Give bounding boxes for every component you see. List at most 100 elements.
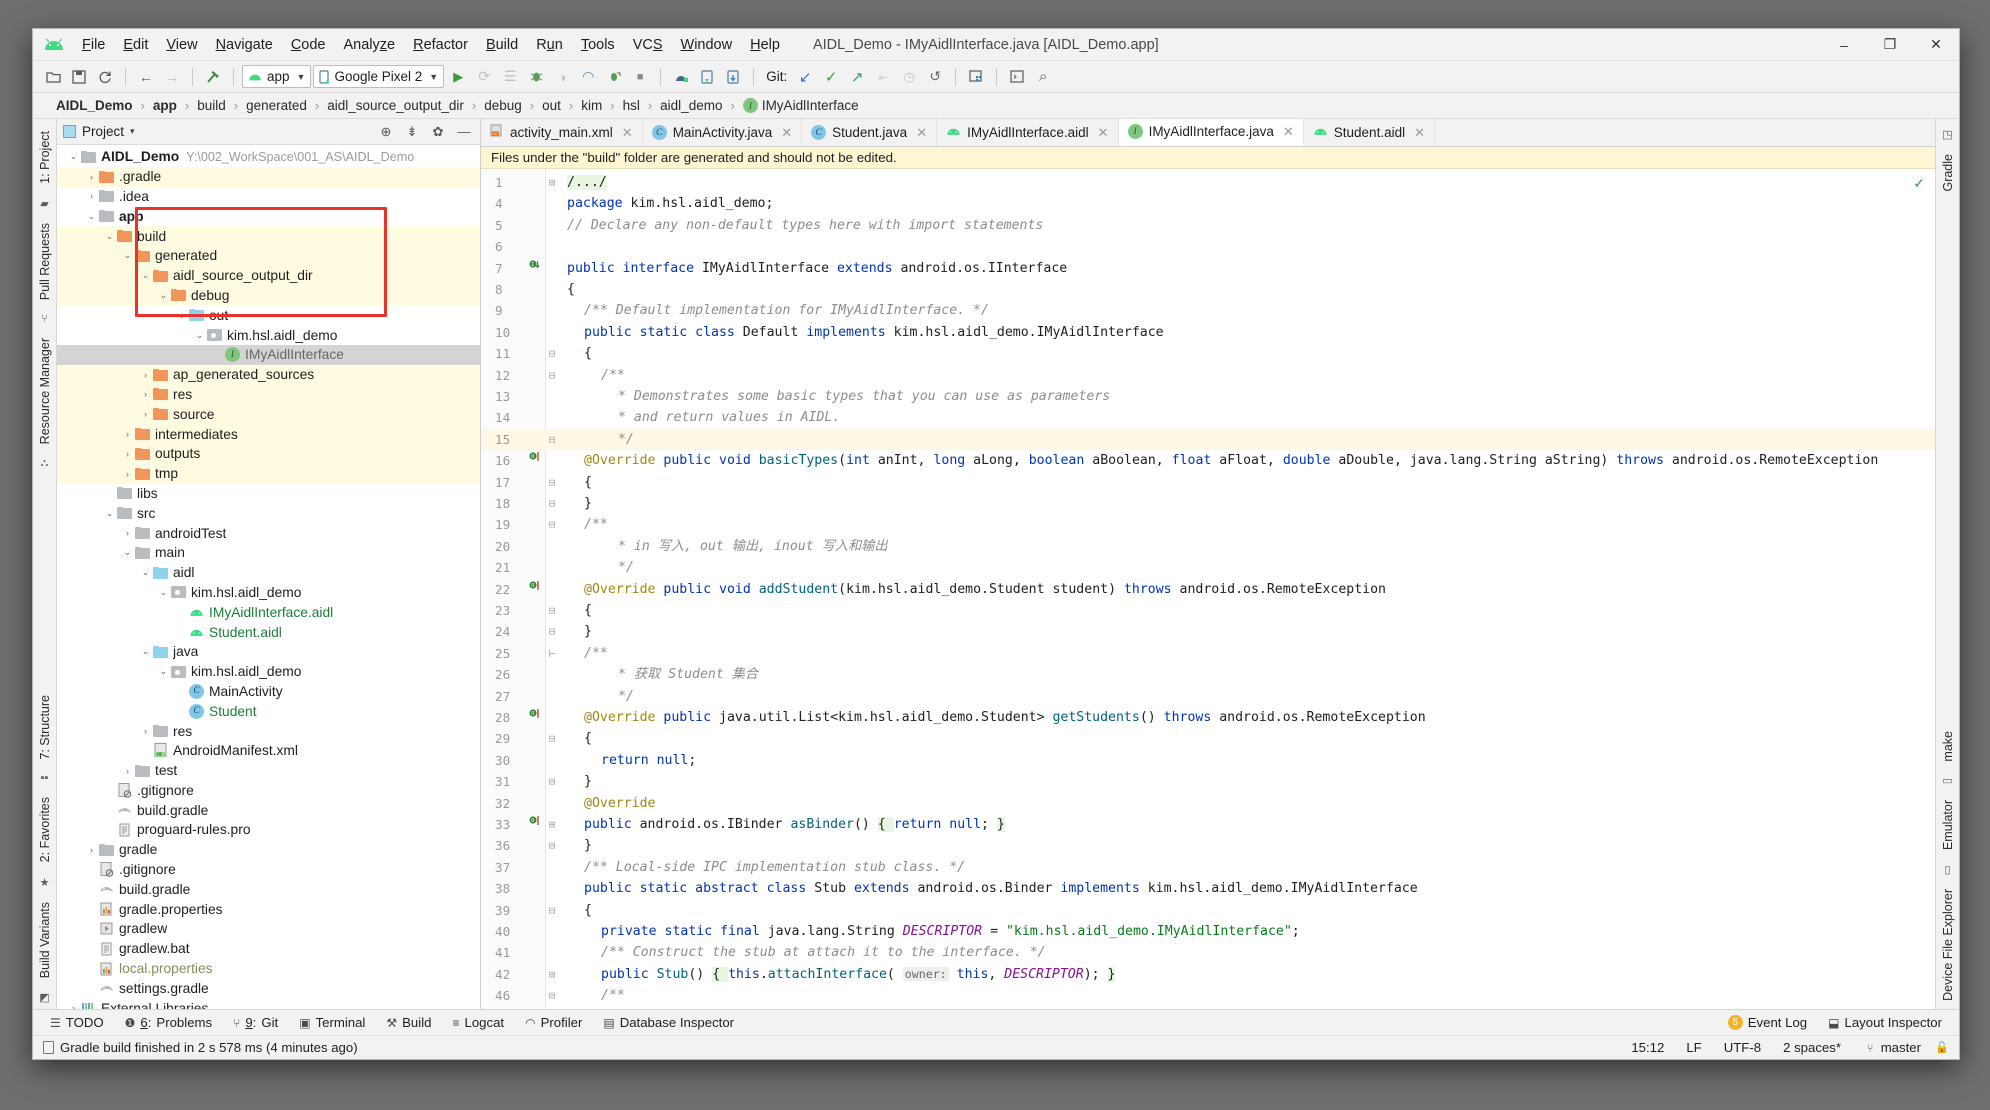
tree-node-gradlew-bat[interactable]: gradlew.bat (57, 939, 480, 959)
project-tree[interactable]: ⌄ AIDL_Demo Y:\002_WorkSpace\001_AS\AIDL_D… (57, 145, 480, 1009)
chevron-right-icon[interactable]: › (139, 409, 152, 419)
code-line[interactable]: * 获取 Student 集合 (618, 664, 758, 685)
git-commit-icon[interactable]: ✓ (819, 65, 843, 89)
chevron-down-icon[interactable]: ⌄ (103, 508, 116, 519)
device-selector[interactable]: Google Pixel 2 ▼ (313, 65, 445, 88)
collapse-all-icon[interactable]: ⇟ (402, 122, 422, 142)
code-editor[interactable]: 1 4 5 6 7 I 8 9 10 11 12 13 14 15 16 O 17 18 19 20 21 22 O 23 24… (481, 169, 1935, 1009)
rail-item-resource-manager[interactable]: Resource Manager (38, 330, 52, 452)
code-line[interactable]: */ (618, 557, 634, 578)
tree-node-mainactivity[interactable]: C MainActivity (57, 682, 480, 702)
tree-node-app[interactable]: ⌄ app (57, 206, 480, 226)
rail-item-make[interactable]: make (1941, 723, 1955, 770)
code-line[interactable]: public interface IMyAidlInterface extend… (567, 258, 1067, 279)
code-line[interactable]: { (584, 728, 592, 749)
tree-node-libs[interactable]: libs (57, 484, 480, 504)
code-folding-marker[interactable]: ⊟ (545, 771, 559, 792)
tree-node-build-gradle[interactable]: build.gradle (57, 800, 480, 820)
tree-node-imyaidlinterface-aidl[interactable]: IMyAidlInterface.aidl (57, 602, 480, 622)
chevron-down-icon[interactable]: ⌄ (139, 646, 152, 657)
code-line[interactable]: * Cast an IBinder object into an kim.hsl… (601, 1007, 1228, 1009)
tool-window-problems[interactable]: ❶ 6: Problems (116, 1013, 221, 1032)
editor-tab-imyaidlinterface-java[interactable]: I IMyAidlInterface.java ✕ (1118, 119, 1304, 146)
git-update-icon[interactable]: ↙ (793, 65, 817, 89)
close-tab-icon[interactable]: ✕ (622, 125, 633, 141)
code-line[interactable]: * in 写入, out 输出, inout 写入和输出 (618, 536, 888, 557)
tree-node-aidl[interactable]: ⌄ aidl (57, 563, 480, 583)
save-icon[interactable] (67, 65, 91, 89)
menu-view[interactable]: View (157, 34, 206, 56)
code-line[interactable]: @Override public java.util.List<kim.hsl.… (584, 707, 1426, 728)
chevron-down-icon[interactable]: ⌄ (121, 547, 134, 558)
menu-window[interactable]: Window (672, 34, 742, 56)
override-marker-icon[interactable]: O (527, 814, 541, 835)
tool-window-logcat[interactable]: ≡ Logcat (443, 1013, 513, 1032)
tree-node-intermediates[interactable]: › intermediates (57, 424, 480, 444)
tree-node-student-aidl[interactable]: Student.aidl (57, 622, 480, 642)
code-folding-marker[interactable]: ⊢ (545, 643, 559, 664)
code-line[interactable]: /** (584, 643, 608, 664)
menu-run[interactable]: Run (527, 34, 572, 56)
git-branch[interactable]: ⑂ master (1855, 1040, 1929, 1056)
breadcrumb-item-6[interactable]: out (539, 97, 564, 114)
close-tab-icon[interactable]: ✕ (916, 125, 927, 141)
code-line[interactable]: public static class Default implements k… (584, 322, 1164, 343)
code-folding-marker[interactable]: ⊟ (545, 429, 559, 450)
menu-vcs[interactable]: VCS (624, 34, 672, 56)
gear-icon[interactable]: ✿ (428, 122, 448, 142)
code-line[interactable]: } (584, 493, 592, 514)
chevron-down-icon[interactable]: ⌄ (175, 310, 188, 321)
chevron-right-icon[interactable]: › (121, 766, 134, 776)
tree-node-aidl-demo[interactable]: ⌄ AIDL_Demo Y:\002_WorkSpace\001_AS\AIDL_D… (57, 147, 480, 167)
indent-setting[interactable]: 2 spaces* (1775, 1040, 1849, 1055)
tree-node--gradle[interactable]: › .gradle (57, 166, 480, 187)
tree-node-res[interactable]: › res (57, 721, 480, 741)
override-marker-icon[interactable]: O (527, 579, 541, 600)
tree-node-kim-hsl-aidl-demo[interactable]: ⌄ kim.hsl.aidl_demo (57, 325, 480, 345)
code-folding-marker[interactable]: ⊟ (545, 600, 559, 621)
breadcrumb-item-8[interactable]: hsl (620, 97, 643, 114)
code-line[interactable]: * Demonstrates some basic types that you… (618, 386, 1110, 407)
tree-node--gitignore[interactable]: .gitignore (57, 781, 480, 801)
module-selector[interactable]: app ▼ (242, 65, 312, 88)
close-tab-icon[interactable]: ✕ (1098, 125, 1109, 141)
chevron-down-icon[interactable]: ⌄ (139, 270, 152, 281)
code-line[interactable]: /** (601, 985, 625, 1006)
navigate-forward-icon[interactable]: → (160, 65, 184, 89)
breadcrumb-item-7[interactable]: kim (578, 97, 605, 114)
tree-node-local-properties[interactable]: local.properties (57, 959, 480, 979)
tree-node-student[interactable]: C Student (57, 701, 480, 721)
chevron-right-icon[interactable]: › (121, 469, 134, 479)
override-marker-icon[interactable]: O (527, 707, 541, 728)
code-line[interactable]: @Override public void basicTypes(int anI… (584, 450, 1878, 471)
hammer-icon[interactable] (201, 65, 225, 89)
tree-node-proguard-rules-pro[interactable]: proguard-rules.pro (57, 820, 480, 840)
tree-node-settings-gradle[interactable]: settings.gradle (57, 978, 480, 998)
editor-code-content[interactable]: ⊞ /.../ package kim.hsl.aidl_demo; // Decla… (545, 169, 1935, 1009)
editor-tab-student-aidl[interactable]: Student.aidl ✕ (1304, 119, 1435, 146)
debug-icon[interactable] (524, 65, 548, 89)
chevron-down-icon[interactable]: ⌄ (121, 250, 134, 261)
code-folding-marker[interactable]: ⊟ (545, 900, 559, 921)
git-revert-icon[interactable]: ↺ (923, 65, 947, 89)
code-line[interactable]: // Declare any non-default types here wi… (567, 215, 1043, 236)
code-line[interactable]: public Stub() { this.attachInterface( ow… (601, 964, 1116, 985)
code-line[interactable]: /** (584, 514, 608, 535)
close-tab-icon[interactable]: ✕ (1414, 125, 1425, 141)
editor-tab-imyaidlinterface-aidl[interactable]: IMyAidlInterface.aidl ✕ (937, 119, 1119, 146)
rail-item-favorites[interactable]: 2: Favorites (38, 789, 52, 870)
rail-item-gradle[interactable]: Gradle (1941, 146, 1955, 200)
chevron-down-icon-project[interactable]: ▾ (130, 126, 135, 137)
tree-node-build-gradle[interactable]: build.gradle (57, 879, 480, 899)
menu-refactor[interactable]: Refactor (404, 34, 477, 56)
code-line[interactable]: { (584, 900, 592, 921)
device-file-explorer-icon[interactable] (721, 65, 745, 89)
code-line[interactable]: @Override public void addStudent(kim.hsl… (584, 579, 1386, 600)
rail-item-structure[interactable]: 7: Structure (38, 687, 52, 768)
chevron-down-icon[interactable]: ⌄ (67, 151, 80, 162)
code-folding-marker[interactable]: ⊟ (545, 835, 559, 856)
code-line[interactable]: public android.os.IBinder asBinder() { r… (584, 814, 1005, 835)
structure-icon[interactable] (964, 65, 988, 89)
chevron-right-icon[interactable]: › (67, 1003, 80, 1009)
chevron-right-icon[interactable]: › (85, 191, 98, 201)
